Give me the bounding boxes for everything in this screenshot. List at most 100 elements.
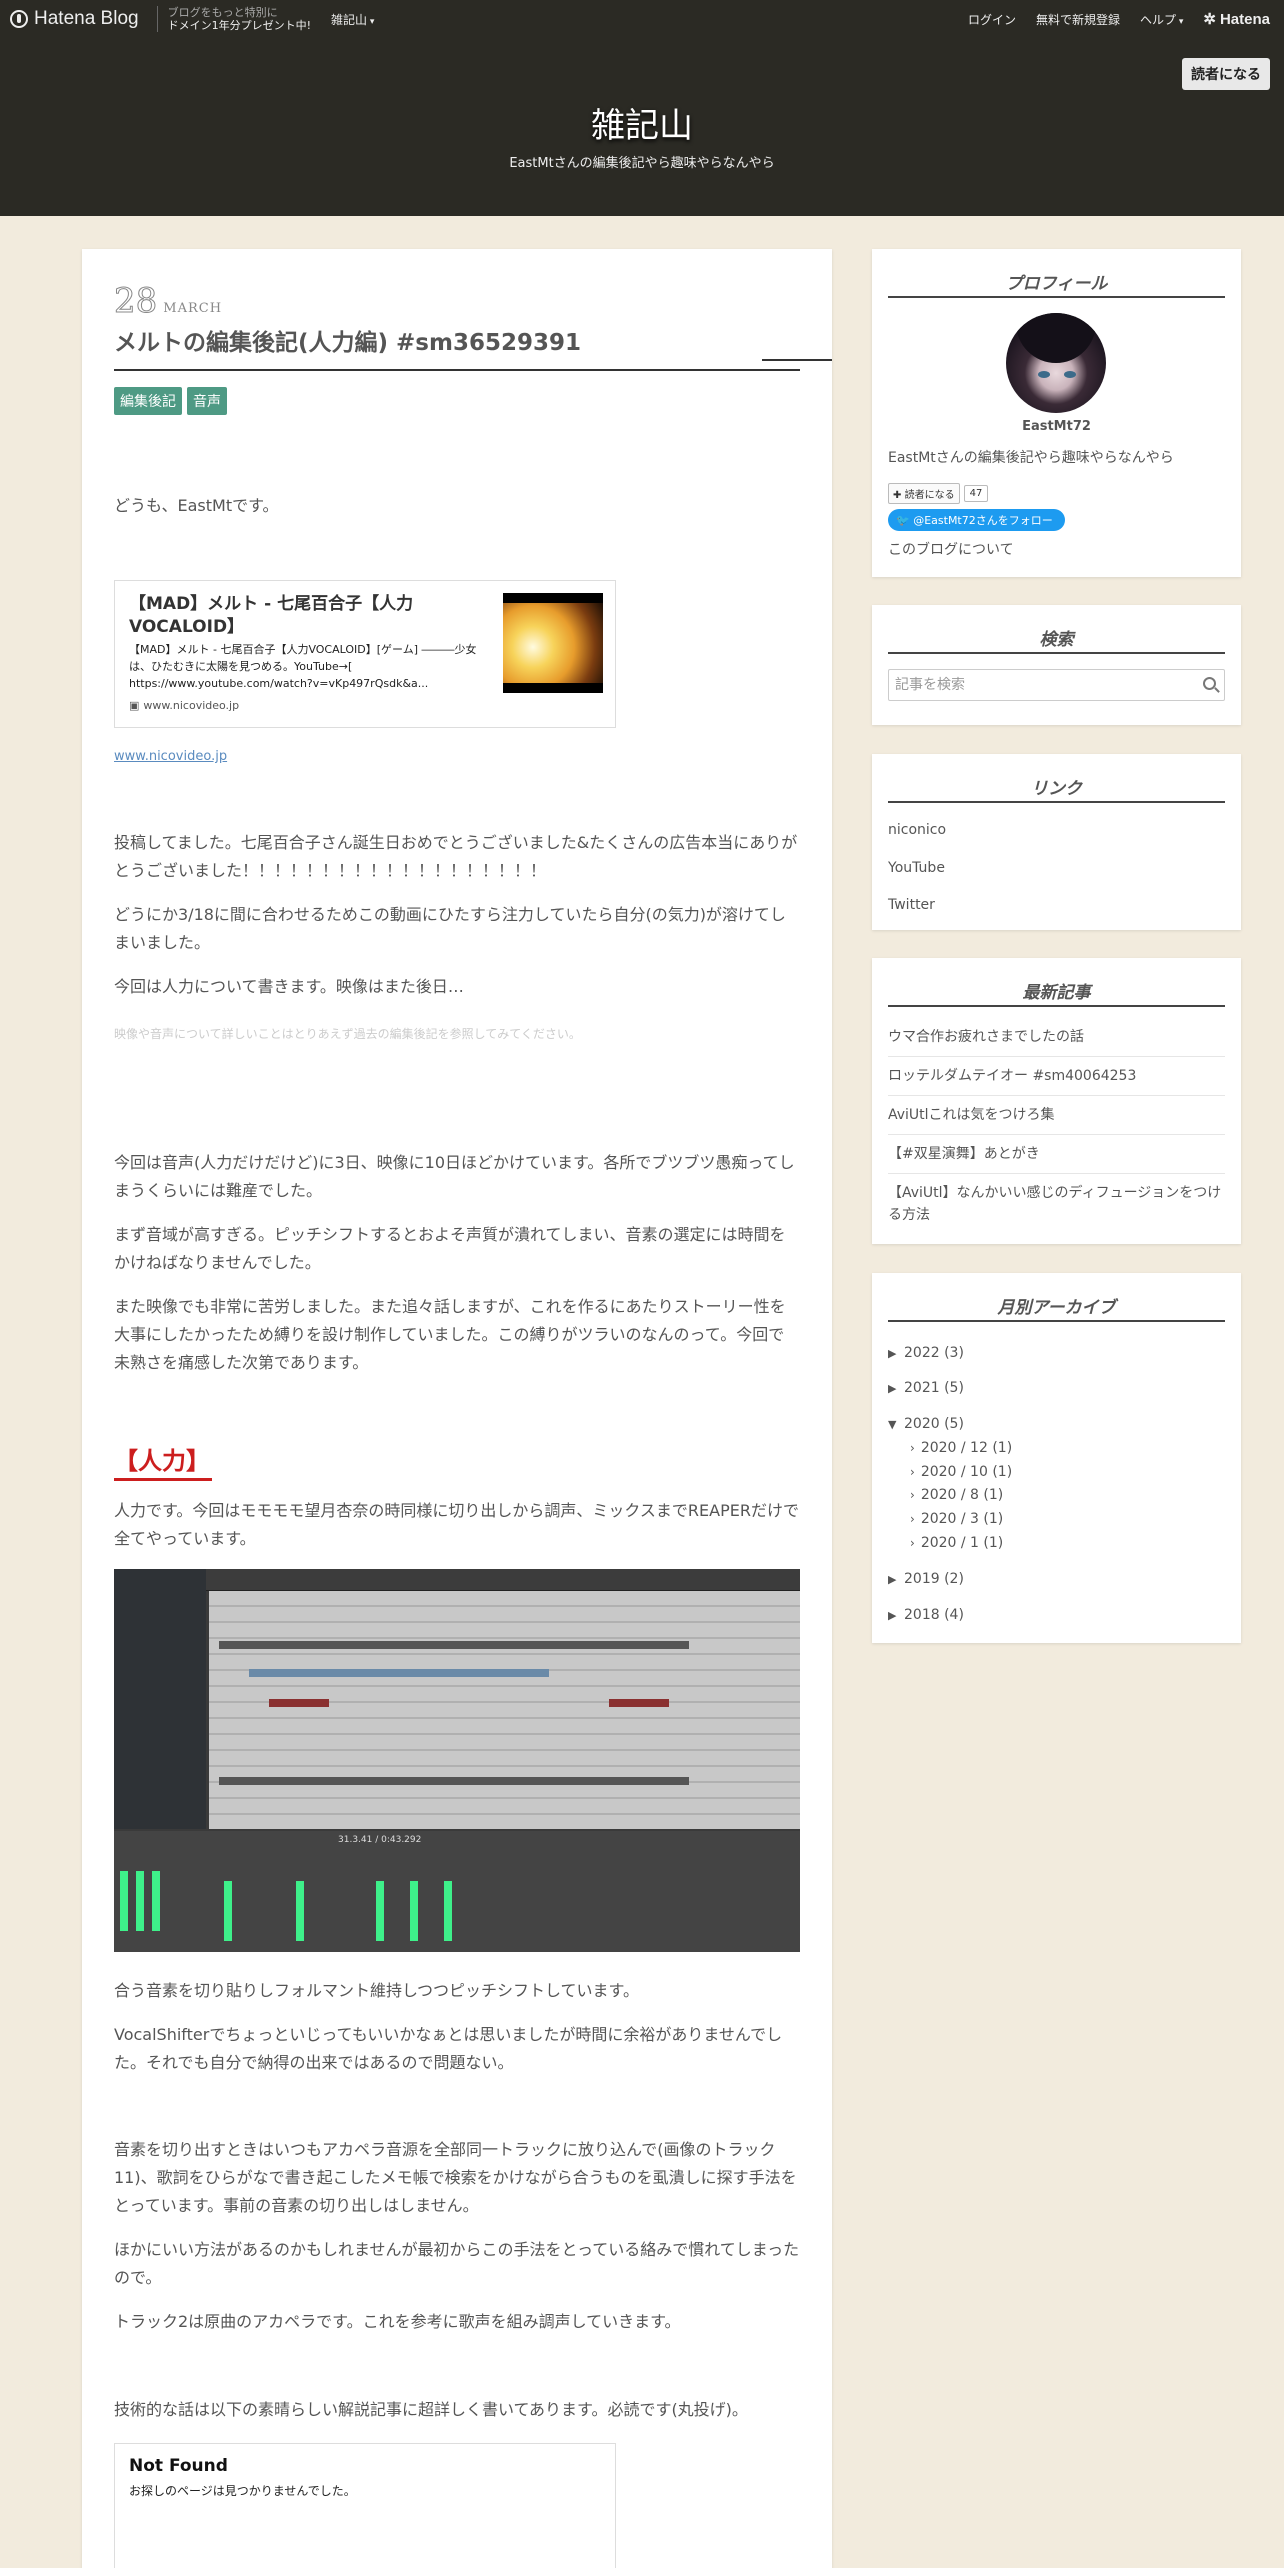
chevron-right-icon: ›	[910, 1512, 915, 1526]
greeting-paragraph: どうも、EastMtです。	[114, 496, 279, 515]
entry-tags: 編集後記 音声	[114, 387, 800, 415]
entry-article: 28 MARCH メルトの編集後記(人力編) #sm36529391 編集後記 …	[82, 249, 832, 2568]
archive-year-label: 2021 (5)	[904, 1380, 964, 1396]
notfound-embed-card[interactable]: Not Found お探しのページは見つかりませんでした。	[114, 2443, 616, 2568]
reaper-arrange-view	[209, 1591, 800, 1829]
recent-entry[interactable]: ロッテルダムテイオー #sm40064253	[888, 1065, 1225, 1096]
embed-title[interactable]: 【MAD】メルト - 七尾百合子【人力VOCALOID】	[129, 593, 489, 639]
paragraph-12: トラック2は原曲のアカペラです。これを参考に歌声を組み調声していきます。	[114, 2312, 681, 2331]
archive-month[interactable]: › 2020 / 3 (1)	[910, 1511, 1003, 1527]
section-heading-jinriki: 【人力】	[114, 1441, 212, 1481]
about-blog-link[interactable]: このブログについて	[888, 539, 1014, 559]
entry-title[interactable]: メルトの編集後記(人力編) #sm36529391	[114, 323, 800, 371]
search-icon[interactable]	[1203, 677, 1216, 690]
archive-year-label: 2019 (2)	[904, 1571, 964, 1587]
twitter-follow-label: @EastMt72さんをフォロー	[913, 514, 1053, 527]
archive-year-2020[interactable]: ▼ 2020 (5)	[888, 1416, 964, 1432]
notfound-description: お探しのページは見つかりませんでした。	[129, 2484, 356, 2498]
blog-selector[interactable]: 雑記山	[331, 11, 374, 28]
meter	[296, 1881, 304, 1941]
paragraph-7: 人力です。今回はモモモモ望月杏奈の時同様に切り出しから調声、ミックスまでREAP…	[114, 1501, 799, 1548]
triangle-down-icon[interactable]: ▼	[888, 1418, 898, 1431]
hatena-blog-logo[interactable]: Hatena Blog	[10, 8, 139, 30]
paragraph-6: また映像でも非常に苦労しました。また追々話しますが、これを作るにあたりストーリー…	[114, 1297, 786, 1372]
archive-year-2021[interactable]: ▶ 2021 (5)	[888, 1380, 964, 1396]
paragraph-9: VocalShifterでちょっといじってもいいかなぁとは思いましたが時間に余裕…	[114, 2025, 783, 2072]
link-youtube[interactable]: YouTube	[888, 857, 1225, 879]
hatena-star-icon: ✲	[1203, 11, 1216, 28]
link-twitter[interactable]: Twitter	[888, 894, 1225, 916]
meter	[376, 1881, 384, 1941]
archive-year-2019[interactable]: ▶ 2019 (2)	[888, 1571, 964, 1587]
entry-date[interactable]: 28 MARCH	[113, 281, 800, 322]
login-link[interactable]: ログイン	[968, 11, 1016, 28]
meter	[444, 1881, 452, 1941]
recent-entry[interactable]: 【#双星演舞】あとがき	[888, 1143, 1225, 1174]
archive-year-2022[interactable]: ▶ 2022 (3)	[888, 1345, 964, 1361]
archive-month[interactable]: › 2020 / 1 (1)	[910, 1535, 1003, 1551]
embed-thumbnail[interactable]	[503, 593, 603, 693]
profile-module: プロフィール EastMt72 EastMtさんの編集後記やら趣味やらなんやら …	[872, 249, 1241, 577]
blog-title[interactable]: 雑記山	[0, 98, 1284, 147]
avatar-hair	[1016, 313, 1096, 363]
triangle-right-icon[interactable]: ▶	[888, 1609, 898, 1622]
hatena-menu[interactable]: ✲ Hatena	[1203, 10, 1270, 29]
paragraph-8: 合う音素を切り貼りしフォルマント維持しつつピッチシフトしています。	[114, 1981, 639, 2000]
profile-heading: プロフィール	[888, 269, 1225, 298]
meter	[120, 1871, 128, 1931]
reaper-toolbar	[114, 1569, 800, 1591]
link-niconico[interactable]: niconico	[888, 819, 1225, 841]
source-link[interactable]: www.nicovideo.jp	[114, 749, 227, 764]
meter	[136, 1871, 144, 1931]
recent-heading: 最新記事	[888, 978, 1225, 1007]
triangle-right-icon[interactable]: ▶	[888, 1347, 898, 1360]
recent-entry[interactable]: 【AviUtl】なんかいい感じのディフュージョンをつける方法	[888, 1182, 1225, 1234]
signup-link[interactable]: 無料で新規登録	[1036, 11, 1120, 28]
recent-entries-module: 最新記事 ウマ合作お疲れさまでしたの話 ロッテルダムテイオー #sm400642…	[872, 958, 1241, 1244]
archive-year-2018[interactable]: ▶ 2018 (4)	[888, 1607, 964, 1623]
archive-month-label: 2020 / 10 (1)	[920, 1464, 1013, 1480]
profile-description: EastMtさんの編集後記やら趣味やらなんやら	[888, 450, 1174, 466]
profile-name[interactable]: EastMt72	[872, 419, 1241, 434]
plus-icon: ✚	[893, 490, 902, 501]
paragraph-4: 今回は音声(人力だけだけど)に3日、映像に10日ほどかけています。各所でブツブツ…	[114, 1153, 795, 1200]
profile-subscribe-label: 読者になる	[904, 490, 955, 501]
embed-source: ▣ www.nicovideo.jp	[129, 699, 239, 712]
archive-month[interactable]: › 2020 / 8 (1)	[910, 1487, 1003, 1503]
profile-subscribe[interactable]: ✚ 読者になる 47	[888, 483, 989, 504]
recent-entry[interactable]: ウマ合作お疲れさまでしたの話	[888, 1026, 1225, 1057]
archive-month[interactable]: › 2020 / 12 (1)	[910, 1440, 1012, 1456]
tag-audio[interactable]: 音声	[187, 387, 227, 415]
title-decoration	[762, 359, 832, 361]
chevron-right-icon: ›	[910, 1441, 915, 1455]
embed-source-text: www.nicovideo.jp	[143, 699, 240, 712]
archive-month-label: 2020 / 8 (1)	[920, 1487, 1004, 1503]
twitter-bird-icon: 🐦	[896, 514, 910, 527]
reaper-time-readout: 31.3.41 / 0:43.292	[338, 1835, 422, 1845]
entry-date-month: MARCH	[163, 301, 223, 316]
triangle-right-icon[interactable]: ▶	[888, 1382, 898, 1395]
paragraph-10: 音素を切り出すときはいつもアカペラ音源を全部同一トラックに放り込んで(画像のトラ…	[114, 2140, 797, 2215]
help-menu[interactable]: ヘルプ	[1140, 11, 1183, 28]
avatar-eye	[1038, 371, 1050, 378]
subscribe-button[interactable]: 読者になる	[1182, 58, 1270, 90]
archive-month-label: 2020 / 3 (1)	[920, 1511, 1004, 1527]
search-input[interactable]	[895, 674, 1185, 696]
links-module: リンク niconico YouTube Twitter	[872, 754, 1241, 930]
archive-month[interactable]: › 2020 / 10 (1)	[910, 1464, 1012, 1480]
promo-line2: ドメイン1年分プレゼント中!	[167, 19, 311, 32]
profile-subscribe-button[interactable]: ✚ 読者になる	[888, 483, 960, 504]
tag-editing-notes[interactable]: 編集後記	[114, 387, 182, 415]
video-embed-card[interactable]: 【MAD】メルト - 七尾百合子【人力VOCALOID】 【MAD】メルト - …	[114, 580, 616, 728]
archive-module: 月別アーカイブ ▶ 2022 (3) ▶ 2021 (5) ▼ 2020 (5)…	[872, 1273, 1241, 1643]
reaper-screenshot[interactable]: 31.3.41 / 0:43.292	[114, 1569, 800, 1952]
twitter-follow-button[interactable]: 🐦 @EastMt72さんをフォロー	[888, 509, 1065, 531]
promo-line1: ブログをもっと特別に	[167, 6, 278, 19]
archive-year-label: 2018 (4)	[904, 1607, 964, 1623]
profile-avatar[interactable]	[1006, 313, 1106, 413]
blog-description: EastMtさんの編集後記やら趣味やらなんやら	[509, 156, 775, 171]
recent-entry[interactable]: AviUtlこれは気をつけろ集	[888, 1104, 1225, 1135]
meter	[152, 1871, 160, 1931]
domain-promo[interactable]: ブログをもっと特別に ドメイン1年分プレゼント中!	[156, 6, 311, 32]
triangle-right-icon[interactable]: ▶	[888, 1573, 898, 1586]
